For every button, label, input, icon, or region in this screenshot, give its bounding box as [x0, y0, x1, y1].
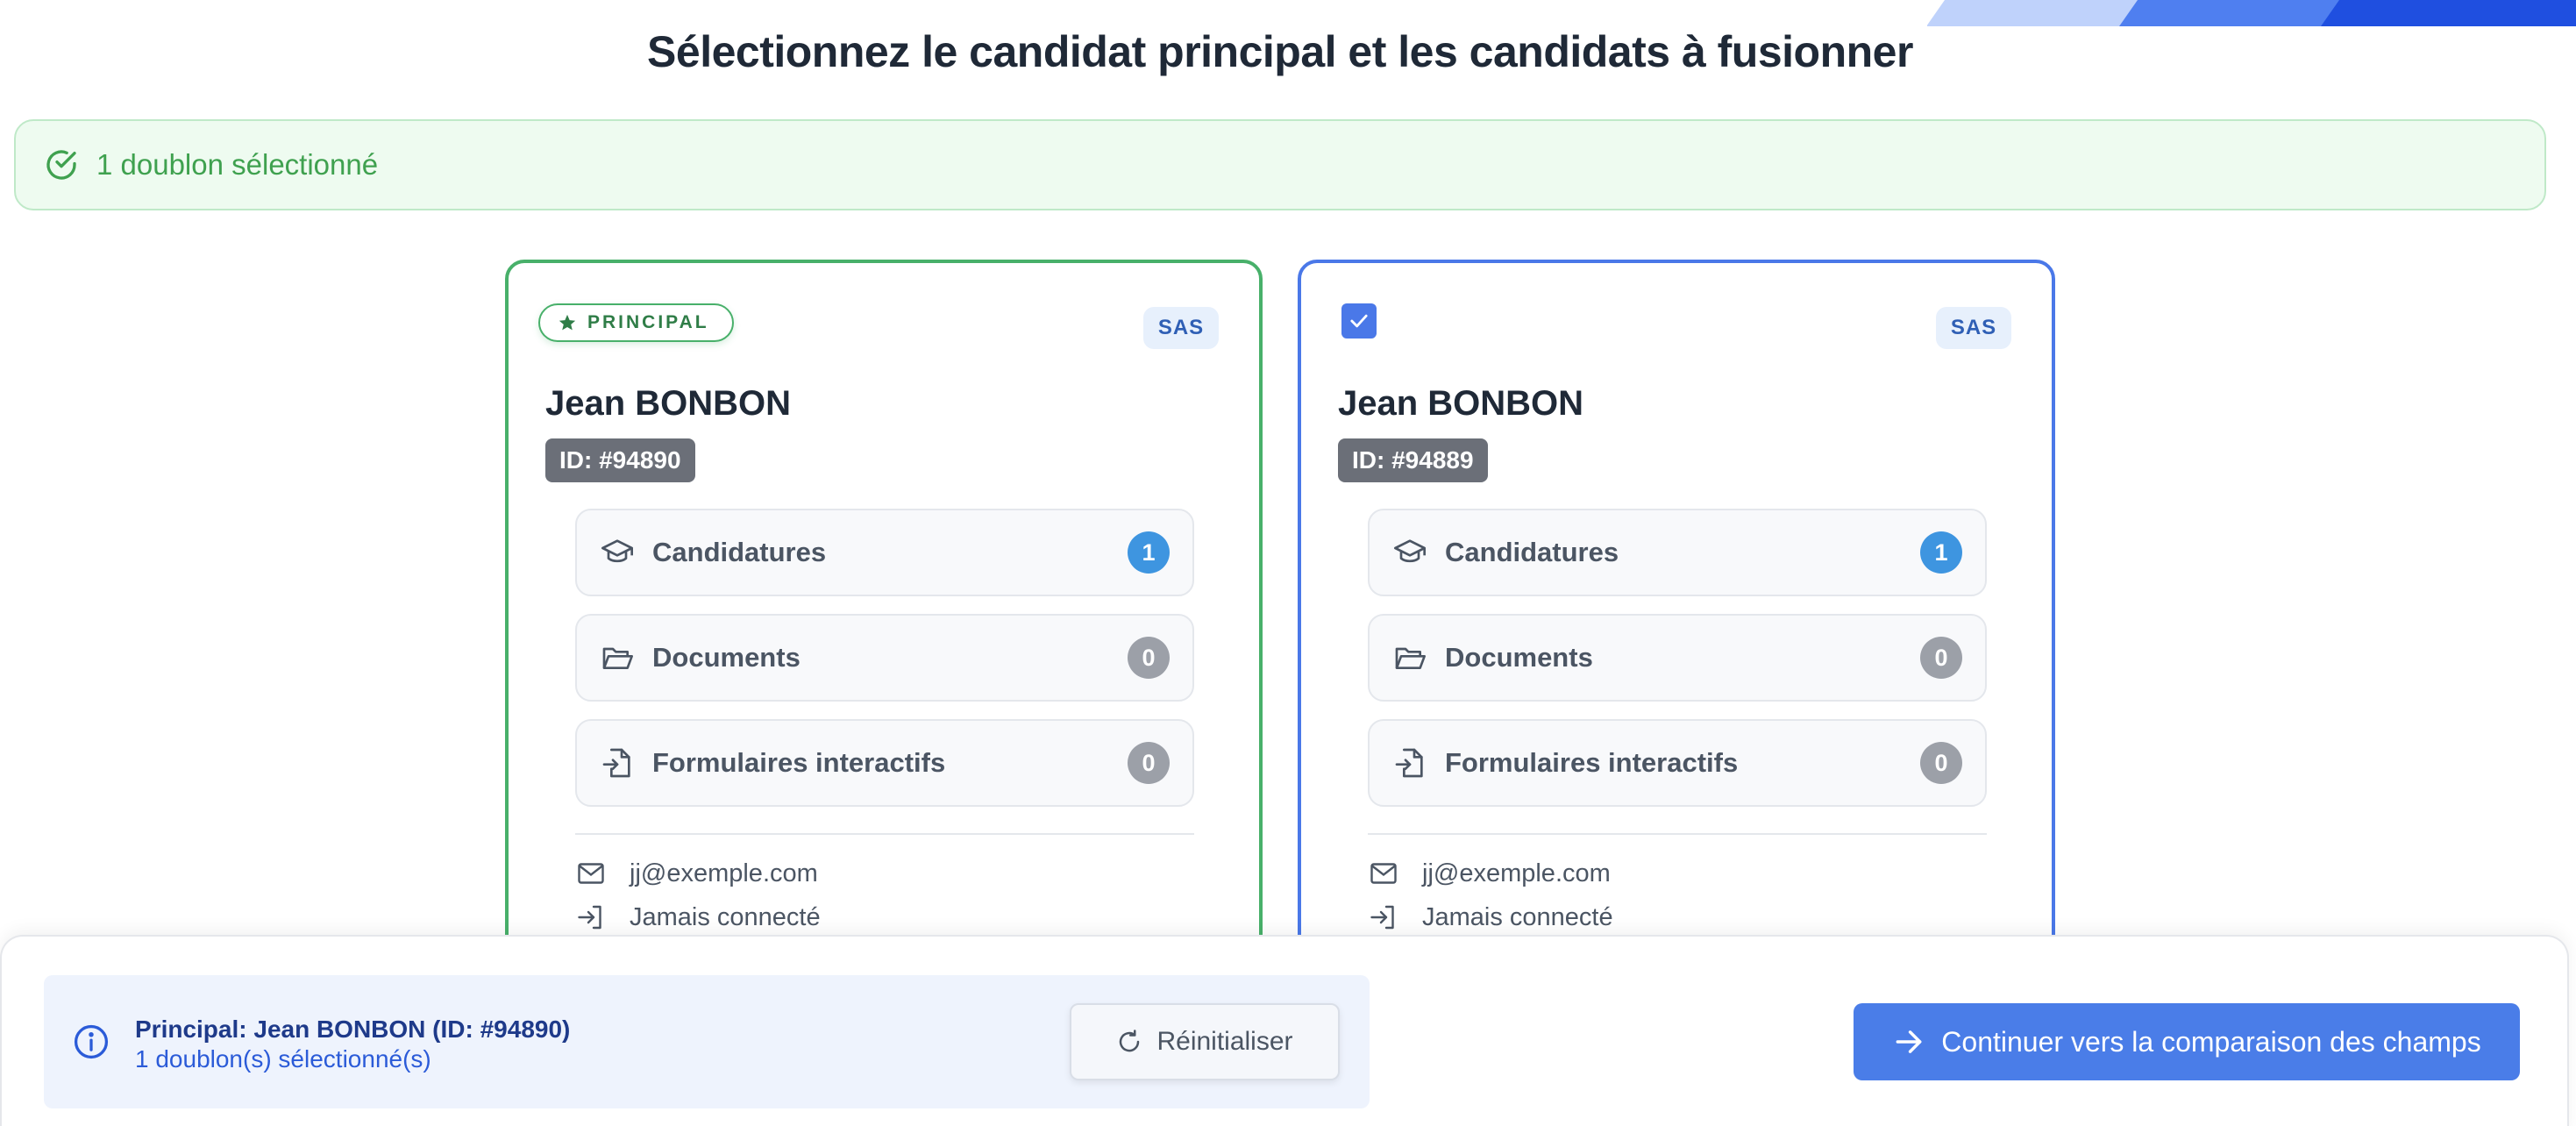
arrow-right-icon — [1896, 1030, 1922, 1053]
checkmark-icon — [1350, 314, 1368, 328]
alert-text: 1 doublon sélectionné — [96, 148, 379, 181]
envelope-icon — [1370, 863, 1397, 884]
candidate-last-login: Jamais connecté — [1368, 902, 1613, 933]
folder-open-icon — [602, 647, 633, 669]
principal-badge: PRINCIPAL — [538, 303, 734, 342]
summary-duplicates: 1 doublon(s) sélectionné(s) — [135, 1045, 431, 1073]
divider — [1368, 833, 1987, 835]
candidate-email: jj@exemple.com — [1368, 858, 1611, 889]
selection-alert: 1 doublon sélectionné — [14, 119, 2546, 210]
candidate-email: jj@exemple.com — [575, 858, 818, 889]
stat-label: Candidatures — [652, 537, 827, 567]
star-icon — [559, 314, 576, 331]
stat-label: Formulaires interactifs — [1445, 747, 1739, 778]
file-import-icon — [1395, 748, 1423, 778]
continue-button[interactable]: Continuer vers la comparaison des champs — [1854, 1003, 2520, 1080]
graduation-cap-icon — [601, 539, 633, 563]
candidate-name: Jean BONBON — [1338, 384, 1584, 423]
stat-label: Documents — [1445, 642, 1593, 673]
candidate-name: Jean BONBON — [545, 384, 792, 423]
reset-button[interactable]: Réinitialiser — [1070, 1003, 1340, 1080]
stat-documents[interactable]: Documents 0 — [1368, 614, 1987, 702]
entity-badge: SAS — [1936, 307, 2011, 349]
corner-decoration — [1927, 0, 2576, 26]
sign-in-icon — [1370, 905, 1394, 930]
selection-summary: Principal: Jean BONBON (ID: #94890) 1 do… — [44, 975, 1370, 1108]
candidate-id-badge: ID: #94890 — [545, 438, 695, 482]
stat-label: Documents — [652, 642, 801, 673]
stat-candidatures[interactable]: Candidatures 1 — [575, 509, 1194, 596]
entity-badge: SAS — [1143, 307, 1219, 349]
page-title: Sélectionnez le candidat principal et le… — [647, 27, 1913, 76]
folder-open-icon — [1395, 647, 1426, 669]
select-checkbox[interactable] — [1341, 303, 1377, 339]
check-circle-icon — [46, 150, 76, 180]
action-footer: Principal: Jean BONBON (ID: #94890) 1 do… — [0, 935, 2569, 1126]
stat-formulaires[interactable]: Formulaires interactifs 0 — [1368, 719, 1987, 807]
stat-candidatures[interactable]: Candidatures 1 — [1368, 509, 1987, 596]
file-import-icon — [602, 748, 630, 778]
stat-label: Candidatures — [1445, 537, 1619, 567]
graduation-cap-icon — [1394, 539, 1426, 563]
stat-label: Formulaires interactifs — [652, 747, 946, 778]
stat-documents[interactable]: Documents 0 — [575, 614, 1194, 702]
envelope-icon — [578, 863, 604, 884]
refresh-icon — [1120, 1030, 1140, 1052]
stat-count-badge: 0 — [1128, 742, 1170, 784]
stat-count-badge: 1 — [1920, 531, 1962, 574]
stat-count-badge: 0 — [1128, 637, 1170, 679]
candidate-last-login: Jamais connecté — [575, 902, 821, 933]
stat-count-badge: 0 — [1920, 637, 1962, 679]
stat-count-badge: 0 — [1920, 742, 1962, 784]
merge-candidates-page: Sélectionnez le candidat principal et le… — [0, 0, 2576, 1126]
candidate-card-principal[interactable]: PRINCIPAL SAS Jean BONBON ID: #94890 Can… — [505, 260, 1263, 961]
divider — [575, 833, 1194, 835]
sign-in-icon — [578, 905, 601, 930]
stat-count-badge: 1 — [1128, 531, 1170, 574]
candidate-id-badge: ID: #94889 — [1338, 438, 1488, 482]
stat-formulaires[interactable]: Formulaires interactifs 0 — [575, 719, 1194, 807]
candidate-card-duplicate[interactable]: SAS Jean BONBON ID: #94889 Candidatures … — [1298, 260, 2055, 961]
info-icon — [74, 1024, 109, 1059]
summary-principal: Principal: Jean BONBON (ID: #94890) — [135, 1016, 571, 1043]
